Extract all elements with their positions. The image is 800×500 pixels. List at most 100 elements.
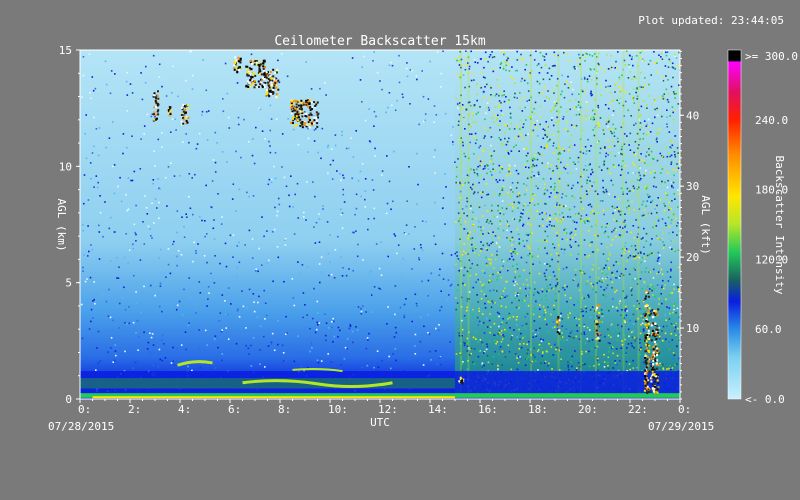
noise-dot	[452, 141, 454, 143]
noise-dot	[122, 152, 124, 155]
noise-dot	[146, 113, 149, 116]
noise-dot	[511, 336, 513, 338]
noise-dot	[590, 212, 592, 214]
noise-dot	[182, 141, 184, 143]
noise-dot	[457, 181, 459, 184]
noise-dot	[470, 347, 473, 350]
noise-dot	[507, 224, 509, 226]
noise-dot	[532, 163, 534, 166]
noise-dot	[553, 182, 556, 185]
noise-dot	[527, 234, 530, 236]
noise-dot	[640, 315, 643, 317]
noise-dot	[493, 193, 495, 195]
noise-dot	[671, 66, 674, 68]
noise-dot	[375, 115, 377, 118]
noise-dot	[650, 155, 653, 157]
noise-dot	[364, 308, 366, 311]
noise-dot	[540, 338, 542, 340]
noise-dot	[585, 214, 588, 216]
noise-dot	[327, 327, 330, 329]
noise-dot	[238, 241, 240, 244]
noise-dot	[541, 154, 543, 157]
noise-dot	[574, 234, 577, 236]
noise-dot	[212, 363, 215, 366]
noise-dot	[83, 202, 85, 205]
noise-dot	[238, 188, 241, 191]
noise-dot	[518, 242, 521, 245]
noise-dot	[506, 295, 508, 297]
noise-dot	[666, 271, 669, 273]
noise-dot	[533, 175, 535, 177]
noise-dot	[537, 63, 540, 65]
noise-dot	[518, 150, 520, 152]
noise-dot	[359, 170, 362, 173]
noise-dot	[278, 81, 281, 84]
noise-dot	[317, 323, 319, 326]
noise-dot	[634, 154, 637, 156]
noise-dot	[646, 123, 648, 126]
noise-dot	[475, 121, 477, 124]
noise-dot	[483, 178, 485, 181]
noise-dot	[674, 327, 677, 330]
noise-dot	[533, 107, 535, 110]
noise-dot	[481, 215, 484, 217]
noise-dot	[236, 309, 239, 312]
noise-dot	[577, 362, 580, 364]
noise-dot	[82, 56, 85, 58]
noise-dot	[508, 99, 510, 101]
noise-dot	[609, 101, 612, 104]
noise-dot	[269, 145, 271, 147]
noise-dot	[585, 118, 588, 121]
noise-dot	[626, 52, 629, 55]
noise-dot	[509, 239, 512, 242]
noise-dot	[619, 87, 622, 89]
noise-dot	[648, 288, 651, 290]
noise-dot	[577, 161, 580, 163]
noise-dot	[572, 161, 575, 163]
noise-dot	[112, 319, 114, 322]
noise-dot	[664, 222, 667, 224]
noise-dot	[481, 313, 484, 315]
noise-dot	[534, 356, 536, 358]
noise-dot	[661, 168, 664, 170]
noise-dot	[133, 223, 136, 226]
noise-dot	[592, 118, 594, 121]
noise-dot	[591, 116, 593, 119]
noise-dot	[478, 205, 481, 207]
noise-dot	[506, 56, 508, 58]
noise-dot	[481, 159, 483, 162]
noise-dot	[567, 75, 569, 78]
noise-dot	[673, 283, 675, 286]
noise-dot	[668, 152, 670, 154]
noise-dot	[113, 192, 116, 195]
noise-dot	[514, 92, 516, 95]
noise-dot	[575, 106, 578, 108]
noise-dot	[525, 261, 528, 264]
noise-dot	[423, 325, 425, 328]
noise-dot	[439, 356, 441, 359]
noise-dot	[277, 59, 279, 62]
noise-dot	[284, 239, 286, 241]
noise-dot	[554, 101, 557, 104]
noise-dot	[492, 231, 494, 233]
noise-dot	[268, 140, 270, 143]
noise-dot	[489, 85, 492, 88]
noise-dot	[538, 316, 541, 318]
noise-dot	[457, 75, 459, 77]
noise-dot	[536, 120, 539, 122]
noise-dot	[500, 323, 502, 326]
noise-dot	[533, 217, 535, 220]
noise-dot	[655, 225, 658, 227]
noise-dot	[372, 293, 374, 296]
noise-dot	[585, 150, 588, 152]
noise-dot	[568, 60, 571, 62]
noise-dot	[656, 141, 658, 143]
noise-dot	[501, 364, 503, 366]
noise-dot	[562, 148, 565, 150]
noise-dot	[301, 351, 304, 353]
noise-dot	[657, 237, 660, 240]
noise-dot	[585, 103, 588, 105]
noise-dot	[515, 144, 517, 147]
noise-dot	[568, 146, 571, 148]
noise-dot	[271, 231, 274, 233]
